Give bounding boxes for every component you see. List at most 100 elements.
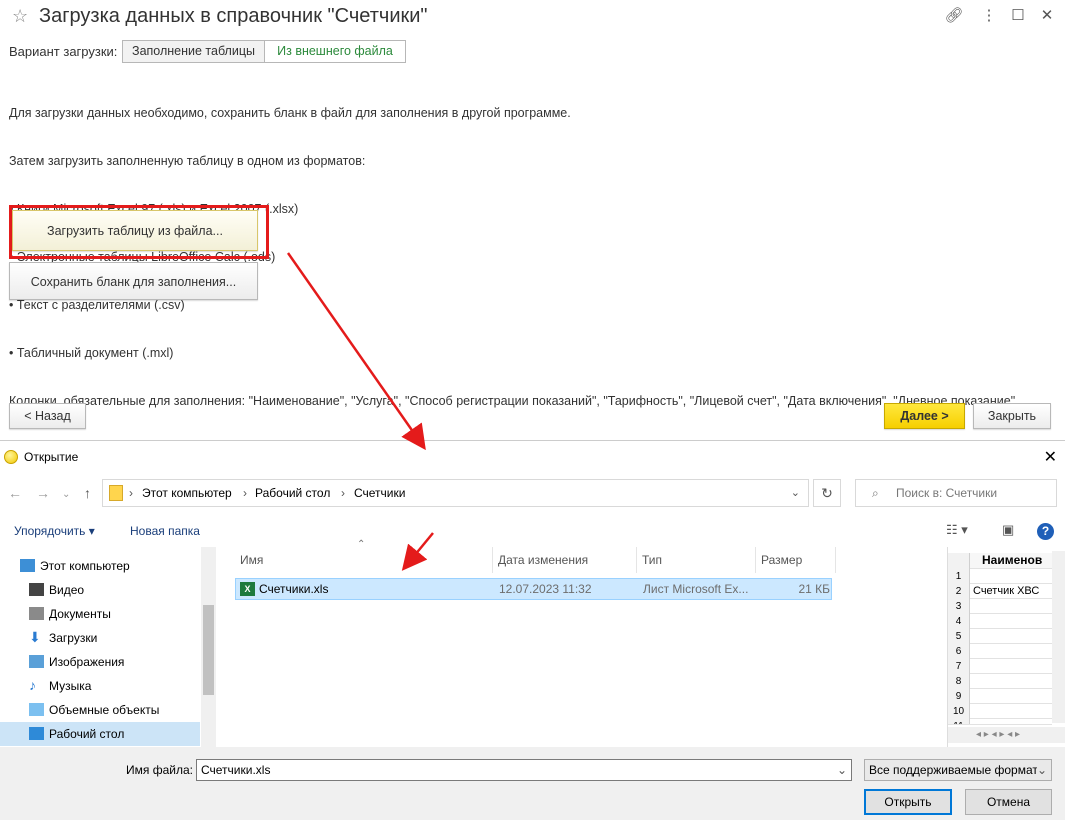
recent-chevron-icon[interactable]: ⌄ [62,489,70,500]
back-button[interactable]: < Назад [9,403,86,429]
preview-row: 4 [948,614,1052,629]
music-icon: ♪ [29,677,36,693]
link-icon[interactable]: 🔗︎ [944,6,964,24]
preview-row: 6 [948,644,1052,659]
preview-row: 2 Счетчик ХВС [948,584,1052,599]
dialog-footer: Имя файла: Счетчики.xls ⌄ Все поддержива… [0,747,1065,820]
filename-input[interactable]: Счетчики.xls ⌄ [196,759,852,781]
filetype-select[interactable]: Все поддерживаемые форматы ⌄ [864,759,1052,781]
info-line: • Табличный документ (.mxl) [9,346,174,360]
preview-row: 1 [948,569,1052,584]
preview-row: 11 [948,719,1052,725]
breadcrumb-desktop[interactable]: Рабочий стол [255,480,330,506]
open-button[interactable]: Открыть [864,789,952,815]
preview-row: 5 [948,629,1052,644]
info-line: Затем загрузить заполненную таблицу в од… [9,154,366,168]
cancel-button[interactable]: Отмена [965,789,1052,815]
filename-value: Счетчики.xls [201,763,271,777]
scrollbar-thumb[interactable] [203,605,214,695]
info-line: Для загрузки данных необходимо, сохранит… [9,106,571,120]
file-list: Имя Дата изменения Тип Размер ⌃ X Счетчи… [221,539,945,747]
preview-hscrollbar[interactable]: ◂ ▸ ◂ ▸ ◂ ▸ [948,727,1065,743]
search-input[interactable]: ⌕ Поиск в: Счетчики [855,479,1057,507]
dialog-close-icon[interactable]: ✕ [1044,447,1057,467]
documents-icon [29,607,44,620]
breadcrumb-separator: › [341,486,345,500]
star-icon[interactable]: ☆ [12,6,28,27]
open-file-dialog: Открытие ✕ ← → ⌄ ↑ › Этот компьютер › Ра… [0,440,1065,820]
tree-item-music[interactable]: ♪ Музыка [0,674,200,698]
3d-objects-icon [29,703,44,716]
import-form: ☆ Загрузка данных в справочник "Счетчики… [0,0,1065,440]
computer-icon [20,559,35,572]
pictures-icon [29,655,44,668]
new-folder-button[interactable]: Новая папка [130,524,200,538]
navigation-tree: Этот компьютер Видео Документы ⬇ Загрузк… [0,547,217,747]
file-size: 21 КБ [798,582,830,596]
column-type[interactable]: Тип [637,547,756,573]
tree-item-downloads[interactable]: ⬇ Загрузки [0,626,200,650]
preview-cell: Счетчик ХВС [973,585,1040,597]
chevron-down-icon[interactable]: ⌄ [837,760,847,780]
video-icon [29,583,44,596]
next-button[interactable]: Далее > [884,403,965,429]
help-icon[interactable]: ? [1037,523,1054,540]
search-icon: ⌕ [872,486,879,500]
variant-label: Вариант загрузки: [9,44,118,59]
dialog-title: Открытие [24,450,79,464]
back-arrow-icon[interactable]: ← [8,485,22,501]
view-options-icon[interactable]: ☷ ▾ [946,522,968,538]
breadcrumb-meters[interactable]: Счетчики [354,480,405,506]
refresh-icon[interactable]: ↻ [813,479,841,507]
excel-file-icon: X [240,582,255,596]
organize-button[interactable]: Упорядочить ▾ [14,524,95,538]
preview-row: 3 [948,599,1052,614]
breadcrumb-separator: › [129,486,133,500]
file-row[interactable]: X Счетчики.xls 12.07.2023 11:32 Лист Mic… [235,578,832,600]
load-table-button[interactable]: Загрузить таблицу из файла... [12,210,258,251]
preview-pane-icon[interactable]: ▣ [1002,522,1014,538]
tree-item-video[interactable]: Видео [0,578,200,602]
dialog-title-bar: Открытие [4,450,78,464]
up-arrow-icon[interactable]: ↑ [84,485,91,501]
file-type: Лист Microsoft Ex... [643,582,749,596]
save-template-button[interactable]: Сохранить бланк для заполнения... [9,262,258,300]
tree-item-3d-objects[interactable]: Объемные объекты [0,698,200,722]
dialog-toolbar: Упорядочить ▾ Новая папка ☷ ▾ ▣ [0,517,1065,545]
preview-row: 10 [948,704,1052,719]
app-icon [4,450,18,464]
tree-item-pictures[interactable]: Изображения [0,650,200,674]
tab-fill-table[interactable]: Заполнение таблицы [122,40,265,63]
preview-scrollbar[interactable] [1052,551,1065,723]
forward-arrow-icon[interactable]: → [36,485,50,501]
breadcrumb-separator: › [243,486,247,500]
preview-header-row: Наименов [948,553,1052,569]
sort-indicator-icon: ⌃ [357,539,366,550]
filename-label: Имя файла: [126,763,193,777]
folder-icon [109,485,123,501]
column-name[interactable]: Имя [235,547,493,573]
breadcrumb-computer[interactable]: Этот компьютер [142,480,232,506]
column-size[interactable]: Размер [756,547,836,573]
tab-external-file[interactable]: Из внешнего файла [264,40,406,63]
search-placeholder: Поиск в: Счетчики [896,486,998,500]
tree-item-computer[interactable]: Этот компьютер [0,554,200,578]
column-date[interactable]: Дата изменения [493,547,637,573]
preview-row: 7 [948,659,1052,674]
close-icon[interactable]: ✕ [1037,6,1057,24]
close-button[interactable]: Закрыть [973,403,1051,429]
maximize-icon[interactable]: ☐ [1008,6,1028,24]
filetype-value: Все поддерживаемые форматы [869,763,1047,777]
downloads-icon: ⬇ [29,629,41,645]
tree-item-documents[interactable]: Документы [0,602,200,626]
address-dropdown-icon[interactable]: ⌄ [791,480,800,506]
info-line: Колонки, обязательные для заполнения: "Н… [9,394,1016,408]
preview-row: 9 [948,689,1052,704]
address-bar[interactable]: › Этот компьютер › Рабочий стол › Счетчи… [102,479,809,507]
form-title-bar: ☆ Загрузка данных в справочник "Счетчики… [0,0,1065,34]
file-name: Счетчики.xls [259,582,329,596]
more-icon[interactable]: ⋮ [979,6,999,24]
tree-scrollbar[interactable] [201,547,216,747]
chevron-down-icon: ⌄ [1036,760,1047,780]
tree-item-desktop[interactable]: Рабочий стол [0,722,200,746]
